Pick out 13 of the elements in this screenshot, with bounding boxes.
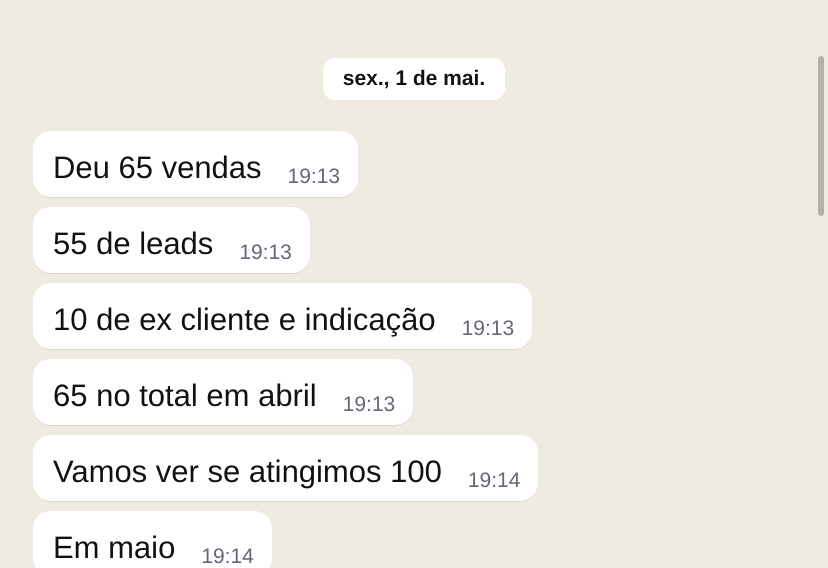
message-time: 19:13	[239, 240, 292, 266]
message-text: Vamos ver se atingimos 100	[53, 452, 442, 490]
message-text: 10 de ex cliente e indicação	[53, 300, 436, 339]
message-text: 55 de leads	[53, 224, 214, 262]
message-time: 19:13	[462, 316, 514, 342]
message-text: Deu 65 vendas	[53, 148, 262, 186]
message-time: 19:14	[468, 468, 520, 494]
message-text: Em maio	[53, 528, 176, 566]
message-time: 19:13	[342, 392, 396, 418]
message-text: 65 no total em abril	[53, 376, 317, 414]
message-time: 19:13	[288, 164, 340, 190]
date-chip: sex., 1 de mai.	[322, 58, 506, 100]
message-time: 19:14	[201, 544, 254, 568]
